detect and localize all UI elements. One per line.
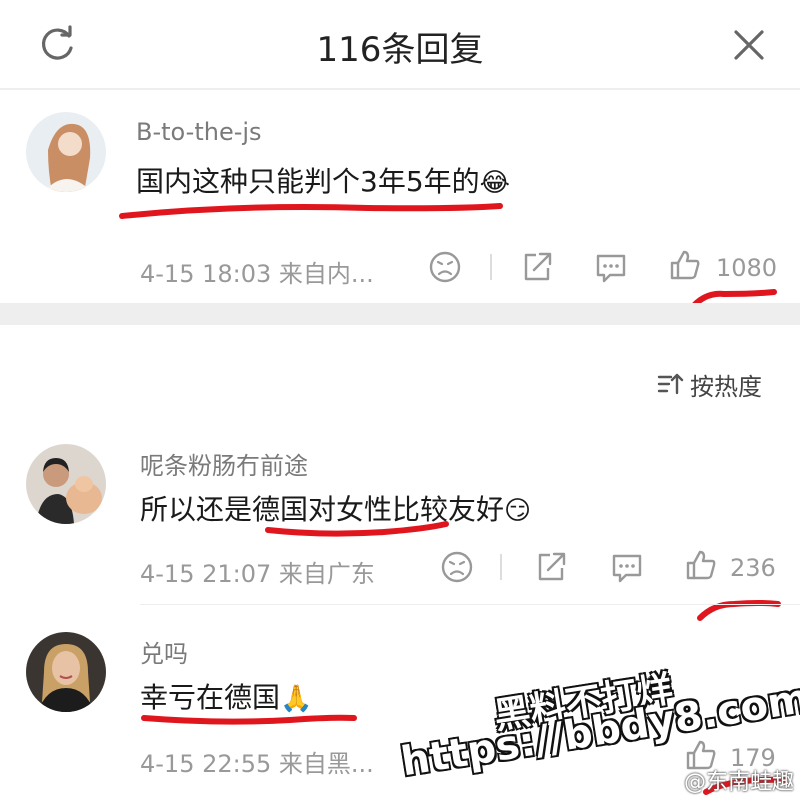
like-icon[interactable] <box>668 248 702 282</box>
share-icon[interactable] <box>520 250 554 284</box>
comment-text-content: 国内这种只能判个3年5年的 <box>136 165 480 198</box>
sort-button[interactable]: 按热度 <box>656 366 762 402</box>
comment-username[interactable]: 呢条粉肠冇前途 <box>140 446 308 481</box>
section-divider <box>0 303 800 325</box>
action-divider <box>500 554 502 580</box>
weibo-watermark: @东南蛙趣 <box>684 770 795 795</box>
row-divider <box>140 604 800 605</box>
header-bar: 116条回复 <box>0 0 800 88</box>
red-underline-annotation <box>119 203 503 219</box>
comment-username[interactable]: B-to-the-js <box>136 118 262 146</box>
page-title: 116条回复 <box>316 30 484 70</box>
comment-text: 幸亏在德国🙏 <box>140 676 312 716</box>
comment-icon[interactable] <box>610 550 644 584</box>
comment-username[interactable]: 兑吗 <box>140 634 188 669</box>
comment-text-content: 所以还是德国对女性比较友好 <box>140 493 505 526</box>
comment-icon[interactable] <box>594 250 628 284</box>
emoji-pray-icon: 🙏 <box>280 684 313 714</box>
comment-meta: 4-15 18:03 来自内... <box>140 260 374 288</box>
avatar[interactable] <box>26 112 106 192</box>
emoji-laugh-cry-icon: 😂 <box>479 168 511 198</box>
dislike-face-icon[interactable] <box>428 250 462 284</box>
like-icon[interactable] <box>684 548 718 582</box>
like-count: 1080 <box>716 254 778 282</box>
emoji-smirk-icon: 😏 <box>504 496 532 526</box>
sort-icon <box>657 373 684 395</box>
comment-text-content: 幸亏在德国 <box>140 681 281 714</box>
dislike-face-icon[interactable] <box>440 550 474 584</box>
comment-text: 国内这种只能判个3年5年的😂 <box>136 160 510 200</box>
avatar[interactable] <box>26 632 106 712</box>
avatar[interactable] <box>26 444 106 524</box>
sort-label: 按热度 <box>690 372 762 401</box>
close-icon[interactable] <box>728 24 770 66</box>
action-divider <box>490 254 492 280</box>
header-divider <box>0 88 800 90</box>
comment-text: 所以还是德国对女性比较友好😏 <box>140 488 531 528</box>
comment-meta: 4-15 21:07 来自广东 <box>140 560 375 588</box>
comment-meta: 4-15 22:55 来自黑... <box>140 750 374 778</box>
red-underline-annotation <box>697 600 781 621</box>
share-icon[interactable] <box>534 550 568 584</box>
like-count: 236 <box>730 554 776 582</box>
